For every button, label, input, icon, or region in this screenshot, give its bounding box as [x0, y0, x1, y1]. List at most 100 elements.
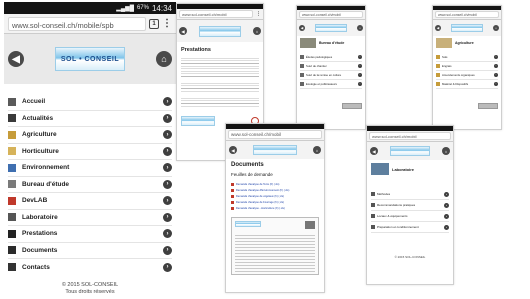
url-field[interactable]: www.sol-conseil.ch/mobile/spb: [8, 16, 146, 31]
list-item-label: Recommandations pratiques: [377, 203, 416, 207]
tab-counter-button[interactable]: 1: [149, 18, 159, 29]
overflow-menu-button[interactable]: ⋮: [162, 18, 172, 29]
phone-laboratoire: www.sol-conseil.ch/mobil ◀ ⌂ Laboratoire…: [366, 125, 454, 285]
phone-bureau-etude: www.sol-conseil.ch/mobil ◀ ⌂ Bureau d'ét…: [296, 5, 366, 130]
list-item[interactable]: Suivi de la remise en culture ›: [300, 71, 362, 80]
site-logo[interactable]: [390, 146, 430, 156]
chevron-right-icon: ›: [163, 212, 172, 222]
excel-file-icon: [231, 188, 234, 192]
url-field[interactable]: www.sol-conseil.ch/mobil: [228, 130, 322, 139]
list-icon: [436, 82, 440, 86]
menu-item-label: Contacts: [22, 263, 50, 271]
list-icon: [300, 73, 304, 77]
home-button[interactable]: ⌂: [493, 25, 499, 31]
main-menu: Accueil › Actualités › Agriculture › Hor…: [4, 94, 176, 276]
home-button[interactable]: ⌂: [156, 51, 172, 67]
url-field[interactable]: www.sol-conseil.ch/mobil: [369, 132, 451, 140]
back-button[interactable]: ◀: [179, 27, 187, 35]
site-logo[interactable]: SOL • CONSEIL: [55, 47, 125, 71]
home-button[interactable]: ⌂: [313, 146, 321, 154]
chevron-right-icon: ›: [358, 73, 362, 77]
list-item[interactable]: Méthodes ›: [371, 189, 449, 200]
back-button[interactable]: ◀: [435, 25, 441, 31]
list-icon: [371, 214, 375, 218]
menu-item-horticulture[interactable]: Horticulture ›: [8, 144, 172, 160]
page-title: Agriculture: [455, 41, 474, 45]
site-footer: © 2015 SOL-CONSEIL Tous droits réservés: [4, 282, 176, 296]
chevron-right-icon: ›: [163, 113, 172, 123]
form-stamp: [305, 221, 315, 229]
menu-item-label: Actualités: [22, 114, 54, 122]
list-item[interactable]: Suivi de chantier ›: [300, 62, 362, 71]
menu-item-environnement[interactable]: Environnement ›: [8, 160, 172, 177]
back-button[interactable]: ◀: [370, 147, 378, 155]
document-link-label: Demande d'analyse de Fourrage (fr) (.xls…: [236, 200, 285, 204]
home-button[interactable]: ⌂: [357, 25, 363, 31]
home-icon: [8, 97, 16, 106]
list-item-label: Préparation et conditionnement: [377, 225, 419, 229]
phone-documents: www.sol-conseil.ch/mobil ◀ ⌂ Documents F…: [225, 123, 325, 293]
menu-item-bureau-etude[interactable]: Bureau d'étude ›: [8, 177, 172, 193]
document-link-label: Demande d'analyse d'Environnement (fr) (…: [236, 188, 290, 192]
home-button[interactable]: ⌂: [253, 27, 261, 35]
partner-logo: [342, 103, 362, 109]
menu-item-label: Bureau d'étude: [22, 180, 70, 188]
url-field[interactable]: www.sol-conseil.ch/mobil: [299, 11, 363, 18]
back-button[interactable]: ◀: [299, 25, 305, 31]
menu-item-label: Horticulture: [22, 147, 59, 155]
list-item[interactable]: Matériel & Dispositifs ›: [436, 80, 498, 89]
list-item-label: Méthodes: [377, 192, 391, 196]
menu-item-label: Documents: [22, 246, 58, 254]
body-text: [181, 56, 259, 78]
list-item[interactable]: Sols ›: [436, 53, 498, 62]
back-button[interactable]: ◀: [8, 51, 24, 67]
site-footer: © 2015 SOL-CONSEIL: [394, 255, 426, 259]
site-header: ◀ ⌂: [177, 20, 263, 42]
menu-item-label: Laboratoire: [22, 213, 58, 221]
site-logo[interactable]: [451, 24, 483, 32]
list-item-label: Suivi de chantier: [306, 64, 327, 68]
menu-item-laboratoire[interactable]: Laboratoire ›: [8, 210, 172, 226]
chevron-right-icon: ›: [163, 229, 172, 239]
list-item-label: Sols: [442, 55, 448, 59]
list-item[interactable]: Locaux & équipements ›: [371, 211, 449, 222]
site-header: ◀ SOL • CONSEIL ⌂: [4, 34, 176, 84]
chevron-right-icon: ›: [358, 55, 362, 59]
url-field[interactable]: www.sol-conseil.ch/mobil: [179, 10, 253, 18]
section-image: [436, 38, 452, 48]
menu-item-agriculture[interactable]: Agriculture ›: [8, 127, 172, 144]
list-item[interactable]: Recommandations pratiques ›: [371, 200, 449, 211]
menu-item-prestations[interactable]: Prestations ›: [8, 226, 172, 243]
section-subtitle: Feuilles de demande: [231, 172, 273, 177]
menu-item-devlab[interactable]: DevLAB ›: [8, 193, 172, 210]
list-icon: [371, 192, 375, 196]
list-icon: [436, 64, 440, 68]
site-logo[interactable]: [315, 24, 347, 32]
chevron-right-icon: ›: [163, 179, 172, 189]
address-bar: www.sol-conseil.ch/mobil: [226, 129, 324, 141]
list-item[interactable]: Études pédologiques ›: [300, 53, 362, 62]
chevron-right-icon: ›: [163, 245, 172, 255]
list-icon: [300, 82, 304, 86]
menu-item-contacts[interactable]: Contacts ›: [8, 259, 172, 276]
horticulture-icon: [8, 147, 16, 156]
site-logo[interactable]: [253, 145, 297, 155]
list-item[interactable]: Engrais ›: [436, 62, 498, 71]
site-logo[interactable]: [199, 25, 241, 37]
excel-file-icon: [231, 194, 234, 198]
address-bar: www.sol-conseil.ch/mobile/spb 1 ⋮: [4, 14, 176, 34]
url-field[interactable]: www.sol-conseil.ch/mobil: [435, 11, 499, 18]
list-item[interactable]: Amendements organiques ›: [436, 71, 498, 80]
menu-item-accueil[interactable]: Accueil ›: [8, 94, 172, 111]
document-link[interactable]: Demande d'analyse - Horticulture (fr) (.…: [231, 205, 319, 211]
list-item[interactable]: Préparation et conditionnement ›: [371, 222, 449, 233]
home-button[interactable]: ⌂: [442, 147, 450, 155]
document-link-label: Demande d'analyse de Terre (fr) (.xls): [236, 182, 280, 186]
back-button[interactable]: ◀: [229, 146, 237, 154]
section-image: [371, 163, 389, 175]
list-item[interactable]: Ecologie et pollinisateurs ›: [300, 80, 362, 89]
menu-item-actualites[interactable]: Actualités ›: [8, 111, 172, 127]
menu-item-label: Agriculture: [22, 131, 57, 139]
menu-item-documents[interactable]: Documents ›: [8, 243, 172, 259]
overflow-menu-button[interactable]: ⋮: [256, 11, 261, 17]
